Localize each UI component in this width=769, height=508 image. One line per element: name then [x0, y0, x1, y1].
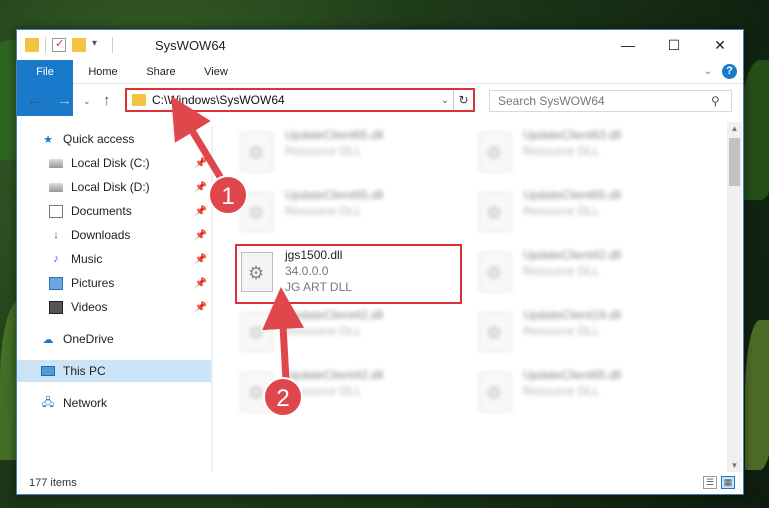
annotation-arrows — [171, 96, 305, 381]
step-1-callout: 1 — [208, 175, 248, 215]
arrow-to-file — [262, 287, 305, 381]
step-2-callout: 2 — [263, 377, 303, 417]
arrow-to-address-bar — [171, 96, 225, 182]
